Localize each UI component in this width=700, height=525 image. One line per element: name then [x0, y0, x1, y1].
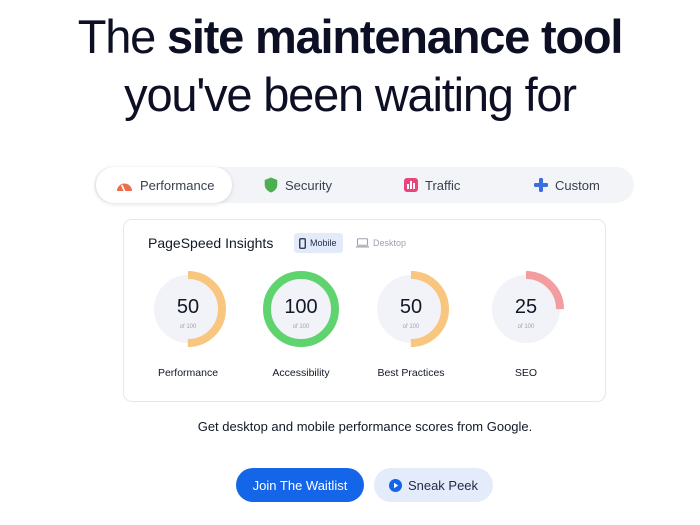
gauge-label: Best Practices [377, 367, 445, 379]
hero-line-1-bold: site maintenance tool [166, 10, 624, 63]
tab-traffic-label: Traffic [425, 177, 461, 193]
gauge-value: 25 [514, 296, 538, 318]
gauge-best-practices: 50 of 100 Best Practices [361, 270, 461, 410]
play-icon [388, 478, 402, 492]
tab-security[interactable]: Security [264, 167, 332, 203]
bar-chart-icon [404, 178, 418, 192]
sneak-peek-button[interactable]: Sneak Peek [374, 468, 493, 502]
gauge-sub: of 100 [517, 324, 535, 330]
card-title: PageSpeed Insights [148, 235, 274, 251]
gauge-label: Performance [157, 367, 219, 379]
tab-traffic[interactable]: Traffic [404, 167, 460, 203]
tab-custom[interactable]: Custom [534, 167, 600, 203]
hero-line-1: The site maintenance tool [0, 8, 700, 66]
gauge-value: 50 [176, 296, 200, 318]
desktop-toggle[interactable]: Desktop [351, 233, 412, 253]
tab-security-label: Security [285, 177, 332, 193]
hero-line-2: you've been waiting for [124, 68, 577, 121]
gauge-sub: of 100 [402, 324, 420, 330]
sneak-peek-label: Sneak Peek [407, 477, 479, 493]
gauge-seo: 25 of 100 SEO [476, 270, 576, 410]
desktop-icon [356, 238, 369, 248]
tab-custom-label: Custom [555, 177, 600, 193]
join-waitlist-label: Join The Waitlist [252, 477, 348, 493]
join-waitlist-button[interactable]: Join The Waitlist [236, 468, 364, 502]
mobile-icon [299, 237, 306, 249]
plus-icon [534, 178, 548, 192]
gauge-label: SEO [514, 367, 538, 379]
mobile-toggle-label: Mobile [310, 238, 337, 248]
tab-performance[interactable]: Performance [96, 167, 233, 203]
desktop-toggle-label: Desktop [373, 238, 407, 248]
shield-icon [264, 177, 278, 193]
caption-text: Get desktop and mobile performance score… [197, 419, 533, 434]
gauge-sub: of 100 [179, 324, 197, 330]
gauge-value: 100 [284, 296, 318, 318]
mobile-toggle[interactable]: Mobile [294, 233, 343, 253]
gauge-label: Accessibility [272, 367, 330, 379]
gauge-value: 50 [399, 296, 423, 318]
tab-performance-label: Performance [140, 177, 215, 193]
hero-line-1-prefix: The [77, 10, 167, 63]
gauge-sub: of 100 [292, 324, 310, 330]
gauge-accessibility: 100 of 100 Accessibility [251, 270, 351, 410]
feature-tabs: Performance Security Traffic Custom [94, 167, 634, 203]
gauge-performance: 50 of 100 Performance [138, 270, 238, 410]
hero-heading: The site maintenance tool you've been wa… [0, 8, 700, 124]
pagespeed-card: PageSpeed Insights Mobile Desktop 50 of … [123, 219, 606, 402]
speedometer-icon [117, 183, 132, 192]
